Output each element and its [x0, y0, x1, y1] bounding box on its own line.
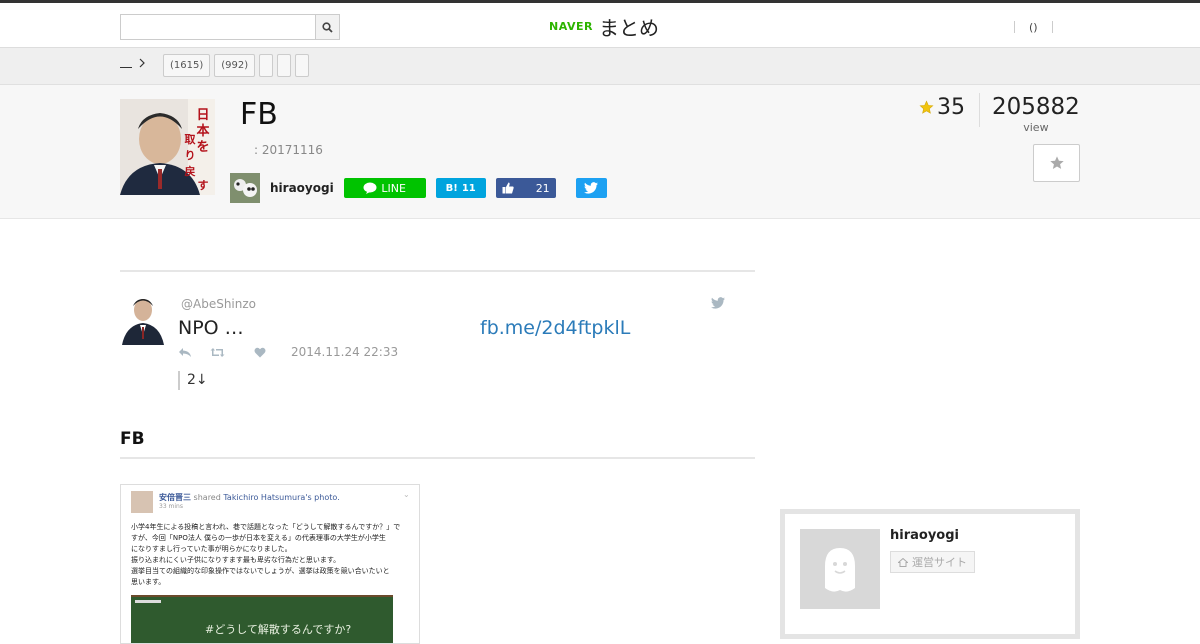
twitter-bird-icon[interactable]	[711, 297, 725, 309]
svg-text:取: 取	[185, 133, 196, 146]
category-tag[interactable]	[295, 54, 310, 77]
tweet-handle[interactable]: @AbeShinzo	[181, 297, 256, 311]
embedded-tweet: @AbeShinzo NPO … fb.me/2d4ftpklL 2014.11…	[120, 295, 755, 405]
facebook-post-screenshot[interactable]: 安倍晋三 shared Takichiro Hatsumura's photo.…	[120, 484, 420, 644]
fb-post-line: 小学4年生による投稿と言われ、巷で話題となった「どうして解散するんですか？」で	[131, 523, 401, 531]
breadcrumb-home[interactable]	[120, 58, 132, 68]
category-tag[interactable]: (1615)	[163, 54, 211, 77]
chalkboard-text: #どうして解散するんですか?	[205, 623, 352, 636]
fb-post-header: 安倍晋三 shared Takichiro Hatsumura's photo.	[159, 492, 340, 503]
line-share-label: LINE	[381, 181, 406, 195]
fb-post-source: Takichiro Hatsumura's photo.	[223, 493, 340, 502]
hatena-bookmark-button[interactable]: B! 11	[435, 178, 486, 198]
category-bar: (1615) (992)	[0, 48, 1200, 85]
tweet-text: NPO …	[178, 317, 244, 339]
user-nav-link[interactable]: ()	[1015, 21, 1052, 34]
tweet-actions: 2014.11.24 22:33	[178, 345, 398, 359]
default-avatar-icon	[825, 548, 855, 592]
matome-header: 日 本 を 取 り 戻 す FB : 20171116 hiraoyogi LI…	[0, 85, 1200, 219]
divider	[120, 457, 755, 459]
breadcrumb	[120, 58, 146, 68]
add-favorite-button[interactable]	[1033, 144, 1080, 182]
search-icon	[322, 21, 333, 33]
fb-post-author: 安倍晋三	[159, 493, 191, 502]
chalkboard-eraser	[135, 600, 161, 603]
nav-divider	[1051, 21, 1053, 33]
author-profile-picture[interactable]	[800, 529, 880, 609]
twitter-share-button[interactable]	[575, 178, 607, 198]
matome-thumbnail: 日 本 を 取 り 戻 す	[120, 99, 215, 195]
facebook-like-button[interactable]: 21	[495, 178, 556, 198]
category-tag[interactable]	[277, 54, 292, 77]
profile-name[interactable]: hiraoyogi	[890, 528, 959, 543]
operating-site-label: 運営サイト	[912, 556, 967, 569]
author-profile-box: hiraoyogi 運営サイト	[780, 509, 1080, 639]
tweet-timestamp[interactable]: 2014.11.24 22:33	[291, 345, 398, 359]
line-share-button[interactable]: LINE	[343, 178, 426, 198]
user-nav: ()	[1014, 17, 1053, 37]
search-input[interactable]	[121, 15, 315, 39]
hatena-count: 11	[461, 182, 476, 194]
fb-post-line: 思います。	[131, 578, 166, 586]
home-icon	[898, 557, 908, 567]
twitter-bird-icon	[584, 182, 599, 194]
star-icon	[919, 100, 934, 114]
category-tag[interactable]	[259, 54, 274, 77]
view-count-value: 205882	[992, 94, 1080, 120]
tweet-link[interactable]: fb.me/2d4ftpklL	[480, 317, 630, 339]
thumbs-up-icon	[502, 182, 514, 194]
matome-stats: 35 205882 view	[919, 93, 1080, 134]
svg-text:日: 日	[196, 108, 209, 123]
svg-text:本: 本	[196, 123, 209, 139]
hatena-label: B!	[445, 182, 458, 194]
naver-matome-logo[interactable]: NAVER まとめ	[549, 13, 659, 40]
fb-post-shared: shared	[193, 493, 221, 502]
svg-text:り: り	[185, 149, 196, 162]
author-name[interactable]: hiraoyogi	[270, 181, 334, 195]
tweet-avatar[interactable]	[120, 295, 166, 345]
tweet-comment: 2↓	[178, 371, 208, 390]
fb-post-line: すが、今回「NPO法人 僕らの一歩が日本を変える」の代表理事の大学生が小学生	[131, 534, 386, 542]
update-date: : 20171116	[254, 143, 323, 157]
chalkboard-image: #どうして解散するんですか?	[131, 595, 393, 643]
svg-text:戻: 戻	[184, 164, 196, 178]
fb-post-avatar	[131, 491, 153, 513]
view-count-label: view	[1023, 121, 1049, 134]
search-box	[120, 14, 340, 40]
stats-divider	[979, 93, 980, 127]
divider	[120, 270, 755, 272]
svg-text:を: を	[196, 140, 209, 155]
top-header: NAVER まとめ ()	[0, 0, 1200, 48]
matome-title: FB	[240, 97, 278, 132]
chevron-right-icon	[139, 58, 145, 68]
facebook-count: 21	[535, 181, 550, 195]
fb-post-body: 小学4年生による投稿と言われ、巷で話題となった「どうして解散するんですか？」で …	[131, 522, 413, 588]
line-icon	[363, 182, 377, 194]
svg-text:す: す	[198, 179, 209, 192]
favorite-count-value: 35	[937, 95, 965, 120]
fb-post-line: になりすまし行っていた事が明らかになりました。	[131, 545, 292, 553]
fb-post-line: 選挙目当ての組織的な印象操作ではないでしょうが、選挙は政策を競い合いたいと	[131, 567, 390, 575]
retweet-icon[interactable]	[210, 347, 225, 358]
fb-post-time: 33 mins	[159, 503, 183, 510]
logo-brand: NAVER	[549, 19, 593, 33]
fb-post-line: 振り込まれにくい子供になりすます最も卑劣な行為だと思います。	[131, 556, 341, 564]
view-count: 205882 view	[992, 93, 1080, 134]
author-avatar[interactable]	[230, 173, 260, 203]
chevron-down-icon: ⌄	[403, 490, 410, 499]
heart-icon[interactable]	[243, 347, 267, 358]
favorite-count: 35	[919, 95, 979, 120]
category-tags: (1615) (992)	[163, 54, 310, 77]
operating-site-button[interactable]: 運営サイト	[890, 551, 975, 573]
section-heading: FB	[120, 429, 145, 449]
category-tag[interactable]: (992)	[214, 54, 256, 77]
star-outline-icon	[1049, 156, 1064, 169]
main-content: @AbeShinzo NPO … fb.me/2d4ftpklL 2014.11…	[120, 219, 755, 644]
author-share-row: hiraoyogi LINE B! 11 21	[230, 173, 607, 203]
reply-icon[interactable]	[178, 347, 192, 358]
logo-product: まとめ	[598, 15, 659, 40]
search-button[interactable]	[315, 15, 339, 39]
